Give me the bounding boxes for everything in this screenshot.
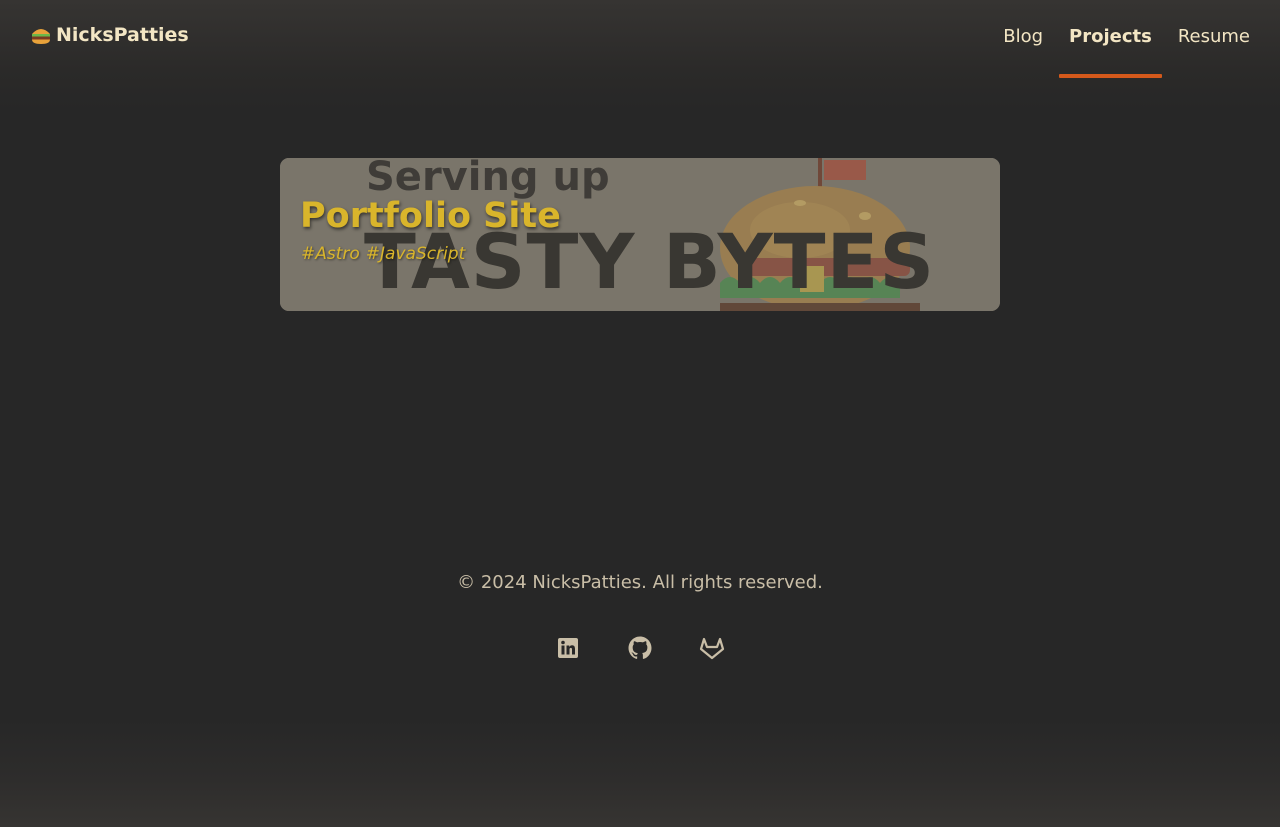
social-links — [0, 634, 1280, 662]
project-card[interactable]: Serving up TASTY BYTES Portfolio Site #A… — [280, 158, 1000, 311]
brand-name: NicksPatties — [56, 24, 189, 46]
project-title: Portfolio Site — [300, 196, 561, 236]
linkedin-icon — [558, 638, 578, 658]
project-tags: #Astro #JavaScript — [301, 244, 465, 264]
gitlab-icon — [699, 637, 725, 660]
nav-resume[interactable]: Resume — [1165, 0, 1250, 78]
nav-projects[interactable]: Projects — [1056, 0, 1165, 78]
tag-javascript: #JavaScript — [365, 244, 466, 264]
tag-astro: #Astro — [301, 244, 360, 264]
main-nav: Blog Projects Resume — [990, 0, 1250, 78]
site-header: NicksPatties Blog Projects Resume — [0, 0, 1280, 78]
nav-blog[interactable]: Blog — [990, 0, 1056, 78]
github-link[interactable] — [626, 634, 654, 662]
brand-link[interactable]: NicksPatties — [30, 24, 189, 46]
github-icon — [628, 636, 652, 659]
copyright-text: © 2024 NicksPatties. All rights reserved… — [457, 572, 823, 593]
burger-icon — [32, 29, 50, 44]
linkedin-link[interactable] — [554, 634, 582, 662]
gitlab-link[interactable] — [698, 634, 726, 662]
